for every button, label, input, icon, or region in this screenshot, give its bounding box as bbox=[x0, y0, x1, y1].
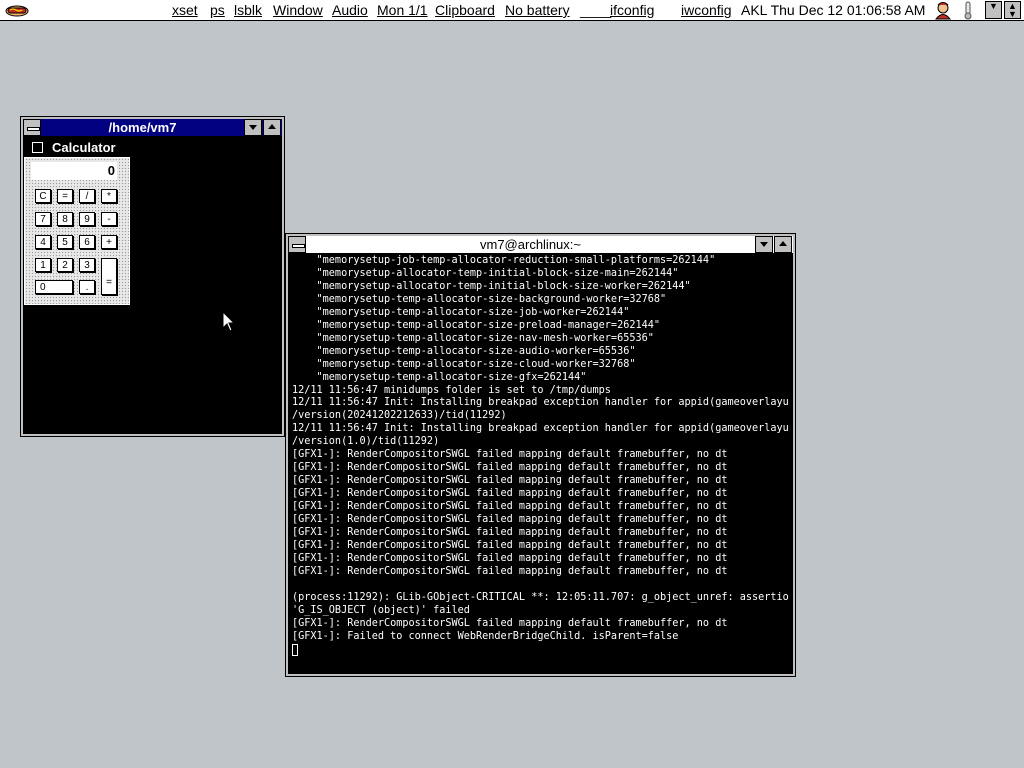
menu-ifconfig[interactable]: ifconfig bbox=[610, 0, 654, 21]
terminal-line: 12/11 11:56:47 Init: Installing breakpad… bbox=[292, 397, 789, 409]
terminal-line: [GFX1-]: RenderCompositorSWGL failed map… bbox=[292, 527, 728, 539]
menu-battery[interactable]: No battery bbox=[505, 0, 570, 21]
hotdog-logo-icon[interactable] bbox=[4, 2, 30, 19]
terminal-output[interactable]: "memorysetup-job-temp-allocator-reductio… bbox=[292, 255, 789, 670]
terminal-line: [GFX1-]: RenderCompositorSWGL failed map… bbox=[292, 617, 728, 629]
calc-key-0[interactable]: 0 bbox=[35, 280, 73, 294]
calculator-menu-box-icon[interactable] bbox=[32, 142, 43, 153]
terminal-line: "memorysetup-temp-allocator-size-audio-w… bbox=[292, 345, 636, 357]
system-menu-button[interactable] bbox=[23, 119, 41, 136]
menu-ps-label: ps bbox=[210, 2, 225, 18]
terminal-line: /version(1.0)/tid(11292) bbox=[292, 436, 440, 448]
mouse-pointer-icon bbox=[222, 311, 236, 332]
menu-blank-label: ____ bbox=[580, 2, 612, 18]
menu-audio[interactable]: Audio bbox=[332, 0, 368, 21]
terminal-line: /version(20241202212633)/tid(11292) bbox=[292, 410, 507, 422]
terminal-titlebar[interactable]: vm7@archlinux:~ bbox=[288, 236, 793, 254]
terminal-title: vm7@archlinux:~ bbox=[480, 237, 581, 252]
calculator-app[interactable]: Calculator 0 C = / * 7 8 9 - 4 5 6 + 1 2… bbox=[24, 139, 130, 305]
calc-key-plus[interactable]: + bbox=[101, 235, 117, 249]
terminal-line: [GFX1-]: RenderCompositorSWGL failed map… bbox=[292, 488, 728, 500]
calculator-display: 0 bbox=[31, 162, 117, 180]
terminal-line: "memorysetup-temp-allocator-size-gfx=262… bbox=[292, 371, 587, 383]
calc-key-decimal[interactable]: . bbox=[79, 280, 95, 294]
terminal-line: "memorysetup-job-temp-allocator-reductio… bbox=[292, 255, 716, 266]
menu-clipboard-label: Clipboard bbox=[435, 2, 495, 18]
menu-iwconfig[interactable]: iwconfig bbox=[681, 0, 732, 21]
calculator-body: 0 C = / * 7 8 9 - 4 5 6 + 1 2 3 = 0 . bbox=[24, 157, 130, 305]
terminal-line: [GFX1-]: RenderCompositorSWGL failed map… bbox=[292, 462, 728, 474]
calculator-titlebar[interactable]: Calculator bbox=[24, 139, 130, 156]
terminal-maximize-button[interactable] bbox=[774, 236, 792, 253]
menu-window[interactable]: Window bbox=[273, 0, 323, 21]
calc-key-2[interactable]: 2 bbox=[57, 258, 73, 272]
home-vm7-title: /home/vm7 bbox=[108, 120, 177, 135]
terminal-line: [GFX1-]: RenderCompositorSWGL failed map… bbox=[292, 501, 728, 513]
calc-key-clear[interactable]: C bbox=[35, 189, 51, 203]
terminal-line: "memorysetup-temp-allocator-size-preload… bbox=[292, 319, 661, 331]
terminal-line: [GFX1-]: RenderCompositorSWGL failed map… bbox=[292, 514, 728, 526]
calc-key-4[interactable]: 4 bbox=[35, 235, 51, 249]
menu-window-label: Window bbox=[273, 2, 323, 18]
calc-key-7[interactable]: 7 bbox=[35, 212, 51, 226]
menu-xset[interactable]: xset bbox=[172, 0, 198, 21]
terminal-line: [GFX1-]: Failed to connect WebRenderBrid… bbox=[292, 630, 679, 642]
terminal-line: [GFX1-]: RenderCompositorSWGL failed map… bbox=[292, 449, 728, 461]
terminal-prompt-line bbox=[292, 643, 789, 659]
terminal-line: [GFX1-]: RenderCompositorSWGL failed map… bbox=[292, 539, 728, 551]
terminal-line: [GFX1-]: RenderCompositorSWGL failed map… bbox=[292, 552, 728, 564]
terminal-line: (process:11292): GLib-GObject-CRITICAL *… bbox=[292, 591, 789, 603]
clock: AKL Thu Dec 12 01:06:58 AM bbox=[741, 2, 926, 18]
calc-key-1[interactable]: 1 bbox=[35, 258, 51, 272]
calc-key-divide[interactable]: / bbox=[79, 189, 95, 203]
terminal-line: 12/11 11:56:47 Init: Installing breakpad… bbox=[292, 423, 789, 435]
terminal-line: "memorysetup-temp-allocator-size-nav-mes… bbox=[292, 332, 654, 344]
calculator-title: Calculator bbox=[52, 140, 116, 155]
calc-key-multiply[interactable]: * bbox=[101, 189, 117, 203]
calc-key-minus[interactable]: - bbox=[101, 212, 117, 226]
menu-monitor[interactable]: Mon 1/1 bbox=[377, 0, 428, 21]
calc-key-3[interactable]: 3 bbox=[79, 258, 95, 272]
terminal-line: "memorysetup-temp-allocator-size-cloud-w… bbox=[292, 358, 636, 370]
menu-ps[interactable]: ps bbox=[210, 0, 225, 21]
calc-key-equals[interactable]: = bbox=[101, 258, 117, 295]
calc-key-9[interactable]: 9 bbox=[79, 212, 95, 226]
menu-lsblk[interactable]: lsblk bbox=[234, 0, 262, 21]
terminal-line: "memorysetup-allocator-temp-initial-bloc… bbox=[292, 280, 691, 292]
menu-monitor-label: Mon 1/1 bbox=[377, 2, 428, 18]
calc-key-equals-top[interactable]: = bbox=[57, 189, 73, 203]
calc-key-5[interactable]: 5 bbox=[57, 235, 73, 249]
terminal-line: 12/11 11:56:47 minidumps folder is set t… bbox=[292, 384, 611, 396]
menu-iwconfig-label: iwconfig bbox=[681, 2, 732, 18]
maximize-button[interactable] bbox=[263, 119, 281, 136]
terminal-line: [GFX1-]: RenderCompositorSWGL failed map… bbox=[292, 475, 728, 487]
scroll-down-button[interactable]: ▼ bbox=[985, 1, 1002, 19]
terminal-line: 'G_IS_OBJECT (object)' failed bbox=[292, 604, 470, 616]
terminal-line: "memorysetup-temp-allocator-size-job-wor… bbox=[292, 306, 630, 318]
calc-key-8[interactable]: 8 bbox=[57, 212, 73, 226]
terminal-line: "memorysetup-temp-allocator-size-backgro… bbox=[292, 293, 667, 305]
terminal-system-menu-button[interactable] bbox=[288, 236, 306, 253]
user-avatar-icon[interactable] bbox=[933, 1, 953, 20]
terminal-minimize-button[interactable] bbox=[755, 236, 773, 253]
minimize-button[interactable] bbox=[244, 119, 262, 136]
menu-xset-label: xset bbox=[172, 2, 198, 18]
terminal-line: [GFX1-]: RenderCompositorSWGL failed map… bbox=[292, 565, 728, 577]
top-menubar: xset ps lsblk Window Audio Mon 1/1 Clipb… bbox=[0, 0, 1024, 21]
menu-lsblk-label: lsblk bbox=[234, 2, 263, 18]
menu-clipboard[interactable]: Clipboard bbox=[435, 0, 495, 21]
menu-audio-label: Audio bbox=[332, 2, 368, 18]
terminal-cursor bbox=[292, 643, 298, 656]
home-vm7-titlebar[interactable]: /home/vm7 bbox=[23, 119, 282, 137]
calc-key-6[interactable]: 6 bbox=[79, 235, 95, 249]
menu-blank[interactable]: ____ bbox=[580, 0, 611, 21]
terminal-window[interactable]: vm7@archlinux:~ "memorysetup-job-temp-al… bbox=[285, 233, 796, 677]
menu-ifconfig-label: ifconfig bbox=[610, 2, 655, 18]
scroll-updown-button[interactable]: ▲ ▼ bbox=[1004, 1, 1021, 19]
menu-battery-label: No battery bbox=[505, 2, 570, 18]
thermometer-icon[interactable] bbox=[958, 1, 978, 20]
terminal-line: "memorysetup-allocator-temp-initial-bloc… bbox=[292, 267, 679, 279]
